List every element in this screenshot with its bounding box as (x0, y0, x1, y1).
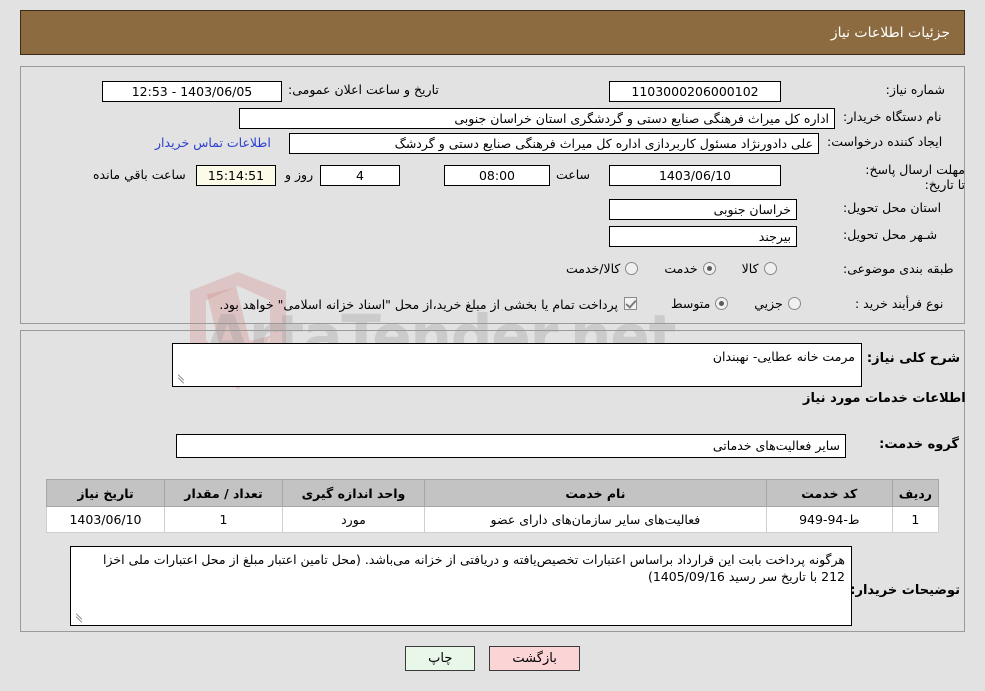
col-service-name: نام خدمت (424, 479, 767, 507)
remaining-time-suffix: ساعت باقي مانده (93, 167, 186, 182)
announce-datetime-label-wrap: تاریخ و ساعت اعلان عمومی: (288, 82, 439, 97)
radio-option-motavaset[interactable]: متوسط (671, 296, 729, 311)
category-radio-group: کالا خدمت کالا/خدمت (540, 261, 777, 276)
cell-service-name: فعالیت‌های سایر سازمان‌های دارای عضو (424, 506, 767, 533)
hour-label: ساعت (556, 167, 591, 182)
col-unit: واحد اندازه گیری (282, 479, 425, 507)
page-header: جزئیات اطلاعات نیاز (20, 10, 965, 55)
announce-datetime-label: تاریخ و ساعت اعلان عمومی: (288, 82, 439, 97)
col-quantity: تعداد / مقدار (164, 479, 283, 507)
process-radio-group: جزیي متوسط (645, 296, 801, 311)
need-number-value: 1103000206000102 (609, 81, 781, 102)
radio-label: کالا/خدمت (566, 261, 621, 276)
services-section-title: اطلاعات خدمات مورد نیاز (803, 391, 966, 406)
buyer-notes-label: توضیحات خریدار: (850, 583, 960, 598)
need-number-label-wrap: شماره نیاز: (785, 82, 945, 97)
resize-grip-icon[interactable] (73, 613, 83, 624)
table-header-row: ردیف کد خدمت نام خدمت واحد اندازه گیری ت… (46, 479, 940, 507)
radio-option-kala[interactable]: کالا (742, 261, 777, 276)
announce-datetime-value: 1403/06/05 - 12:53 (102, 81, 282, 102)
radio-label: کالا (741, 261, 759, 276)
need-info-panel (20, 66, 965, 324)
city-label: شـهر محل تحویل: (843, 227, 938, 242)
radio-option-khedmat[interactable]: خدمت (664, 261, 716, 276)
deadline-date-value: 1403/06/10 (609, 165, 781, 186)
province-value: خراسان جنوبی (609, 199, 797, 220)
buyer-org-value: اداره کل میراث فرهنگی صنایع دستی و گردشگ… (239, 108, 835, 129)
resize-grip-icon[interactable] (175, 374, 185, 385)
process-label-wrap: نوع فرأیند خرید : (855, 296, 943, 311)
category-label: طبقه بندی موضوعی: (843, 261, 954, 276)
radio-indicator[interactable] (702, 262, 716, 275)
page-title: جزئیات اطلاعات نیاز (830, 24, 950, 41)
creator-label: ایجاد کننده درخواست: (827, 134, 943, 149)
radio-indicator[interactable] (763, 262, 777, 275)
category-label-wrap: طبقه بندی موضوعی: (843, 261, 954, 276)
radio-option-jozee[interactable]: جزیي (754, 296, 801, 311)
radio-indicator[interactable] (715, 297, 729, 310)
buyer-notes-textarea[interactable]: هرگونه پرداخت بابت این قرارداد براساس اع… (70, 546, 852, 626)
need-summary-value: مرمت خانه عطایی- نهبندان (712, 349, 855, 364)
remaining-time-value: 15:14:51 (196, 165, 276, 186)
process-label: نوع فرأیند خرید : (855, 296, 944, 311)
need-summary-textarea[interactable]: مرمت خانه عطایی- نهبندان (172, 343, 862, 387)
services-table: ردیف کد خدمت نام خدمت واحد اندازه گیری ت… (46, 479, 940, 533)
buyer-contact-link[interactable]: اطلاعات تماس خریدار (155, 135, 271, 150)
creator-value: علی دادورنژاد مسئول کاربردازی اداره کل م… (289, 133, 819, 154)
page-root: ArtaTender.net جزئیات اطلاعات نیاز شماره… (0, 0, 985, 691)
city-label-wrap: شـهر محل تحویل: (843, 227, 937, 242)
need-summary-label: شرح کلی نیاز: (866, 351, 960, 366)
service-group-value: سایر فعالیت‌های خدماتی (176, 434, 846, 458)
cell-need-date: 1403/06/10 (46, 506, 165, 533)
province-label-wrap: استان محل تحویل: (843, 200, 941, 215)
radio-indicator[interactable] (625, 262, 639, 275)
days-and-label: روز و (285, 167, 314, 182)
col-index: ردیف (891, 479, 940, 507)
radio-indicator[interactable] (787, 297, 801, 310)
deadline-label: مهلت ارسال پاسخ: تا تاریخ: (865, 162, 965, 192)
col-service-code: کد خدمت (765, 479, 893, 507)
button-bar: بازگشت چاپ (0, 646, 985, 671)
province-label: استان محل تحویل: (843, 200, 942, 215)
buyer-org-label-wrap: نام دستگاه خریدار: (843, 109, 941, 124)
radio-label: متوسط (671, 296, 711, 311)
service-group-label: گروه خدمت: (879, 437, 959, 452)
buyer-notes-value: هرگونه پرداخت بابت این قرارداد براساس اع… (103, 552, 845, 584)
radio-label: جزیي (754, 296, 783, 311)
cell-quantity: 1 (164, 506, 283, 533)
treasury-note-text: پرداخت تمام یا بخشی از مبلغ خرید،از محل … (219, 297, 618, 312)
radio-label: خدمت (664, 261, 698, 276)
treasury-checkbox[interactable] (624, 297, 637, 310)
print-button[interactable]: چاپ (405, 646, 476, 671)
table-row: 1 ط-94-949 فعالیت‌های سایر سازمان‌های دا… (46, 506, 940, 533)
remaining-days-value: 4 (320, 165, 400, 186)
deadline-label-wrap: مهلت ارسال پاسخ: تا تاریخ: (853, 162, 965, 193)
col-need-date: تاریخ نیاز (46, 479, 165, 507)
need-number-label: شماره نیاز: (885, 82, 945, 97)
creator-label-wrap: ایجاد کننده درخواست: (827, 134, 942, 149)
deadline-time-value: 08:00 (444, 165, 550, 186)
cell-service-code: ط-94-949 (765, 506, 893, 533)
back-button[interactable]: بازگشت (489, 646, 580, 671)
cell-index: 1 (891, 506, 940, 533)
city-value: بیرجند (609, 226, 797, 247)
radio-option-kala-khedmat[interactable]: کالا/خدمت (566, 261, 639, 276)
buyer-org-label: نام دستگاه خریدار: (843, 109, 942, 124)
cell-unit: مورد (282, 506, 425, 533)
